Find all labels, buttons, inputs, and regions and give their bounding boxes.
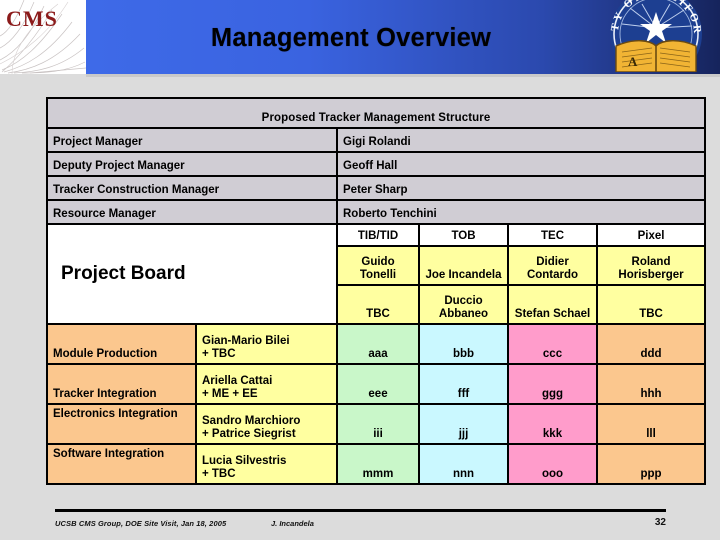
activity-code: mmm: [336, 443, 420, 485]
person-name: Gigi Rolandi: [335, 127, 707, 153]
board-member: Duccio Abbaneo: [418, 284, 509, 325]
role-label: Tracker Construction Manager: [46, 175, 338, 201]
activity-row: Electronics Integration Sandro Marchioro…: [46, 403, 707, 445]
activity-row: Software Integration Lucia Silvestris + T…: [46, 443, 707, 485]
activity-label: Electronics Integration: [46, 403, 197, 445]
board-member: Stefan Schael: [507, 284, 598, 325]
activity-label: Software Integration: [46, 443, 197, 485]
subsystem-header-pixel: Pixel: [595, 223, 707, 247]
footer-meeting-info: UCSB CMS Group, DOE Site Visit, Jan 18, …: [55, 519, 227, 528]
board-member: Joe Incandela: [418, 245, 509, 286]
activity-code: ppp: [595, 443, 707, 485]
cms-logo-text: CMS: [6, 6, 58, 31]
footer-page-number: 32: [654, 517, 666, 528]
table-row: Deputy Project Manager Geoff Hall: [46, 151, 707, 177]
table-title: Proposed Tracker Management Structure: [45, 97, 707, 129]
svg-text:A: A: [628, 54, 638, 69]
activity-code: hhh: [595, 363, 707, 405]
table-title-row: Proposed Tracker Management Structure: [45, 97, 707, 129]
table-row: Tracker Construction Manager Peter Sharp: [46, 175, 707, 201]
board-member: Didier Contardo: [507, 245, 598, 286]
activity-code: eee: [336, 363, 420, 405]
activity-leaders: Ariella Cattai + ME + EE: [195, 363, 338, 405]
board-member: Roland Horisberger: [595, 245, 707, 286]
activity-label-text: Software Integration: [53, 448, 165, 460]
activity-code: ggg: [507, 363, 598, 405]
project-board-cell: Project Board: [46, 223, 338, 325]
activity-code: aaa: [336, 323, 420, 365]
board-member: Guido Tonelli: [336, 245, 420, 286]
role-label: Deputy Project Manager: [46, 151, 338, 177]
activity-code: iii: [336, 403, 420, 445]
activity-code: kkk: [507, 403, 598, 445]
activity-label: Module Production: [46, 323, 197, 365]
activity-row: Module Production Gian-Mario Bilei + TBC …: [46, 323, 707, 365]
footer-author: J. Incandela: [271, 519, 314, 528]
person-name: Roberto Tenchini: [335, 199, 707, 225]
management-structure-table: Proposed Tracker Management Structure Pr…: [45, 97, 707, 485]
board-member: TBC: [595, 284, 707, 325]
activity-leaders: Gian-Mario Bilei + TBC: [195, 323, 338, 365]
activity-label: Tracker Integration: [46, 363, 197, 405]
table-row: Project Manager Gigi Rolandi: [46, 127, 707, 153]
activity-code: nnn: [418, 443, 509, 485]
activity-code: jjj: [418, 403, 509, 445]
page-title: Management Overview: [210, 23, 492, 52]
activity-code: ccc: [507, 323, 598, 365]
slide-header: Management Overview CMS TY O IFOR A: [0, 0, 720, 78]
role-label: Resource Manager: [46, 199, 338, 225]
activity-code: ooo: [507, 443, 598, 485]
university-of-california-seal-icon: TY OF CALIFOR: [609, 0, 702, 72]
activity-leaders: Lucia Silvestris + TBC: [195, 443, 338, 485]
subsystem-header-tob: TOB: [418, 223, 509, 247]
person-name: Geoff Hall: [335, 151, 707, 177]
activity-code: bbb: [418, 323, 509, 365]
slide-footer: UCSB CMS Group, DOE Site Visit, Jan 18, …: [55, 515, 666, 537]
subsystem-header-tec: TEC: [507, 223, 598, 247]
header-divider: [86, 74, 720, 77]
university-seal: TY OF CALIFOR: [608, 0, 720, 78]
table-row: Resource Manager Roberto Tenchini: [46, 199, 707, 225]
activity-code: ddd: [595, 323, 707, 365]
footer-divider: [55, 509, 666, 512]
activity-row: Tracker Integration Ariella Cattai + ME +…: [46, 363, 707, 405]
subsystem-header-row: Project Board TIB/TID TOB TEC Pixel: [46, 223, 707, 325]
subsystem-header-tibtid: TIB/TID: [336, 223, 420, 247]
board-member: TBC: [336, 284, 420, 325]
management-structure-table-container: Proposed Tracker Management Structure Pr…: [45, 97, 707, 485]
activity-code: fff: [418, 363, 509, 405]
role-label: Project Manager: [46, 127, 338, 153]
activity-label-text: Electronics Integration: [53, 408, 178, 420]
person-name: Peter Sharp: [335, 175, 707, 201]
activity-code: lll: [595, 403, 707, 445]
activity-leaders: Sandro Marchioro + Patrice Siegrist: [195, 403, 338, 445]
cms-logo: CMS: [0, 0, 86, 74]
project-board-label: Project Board: [61, 263, 186, 285]
